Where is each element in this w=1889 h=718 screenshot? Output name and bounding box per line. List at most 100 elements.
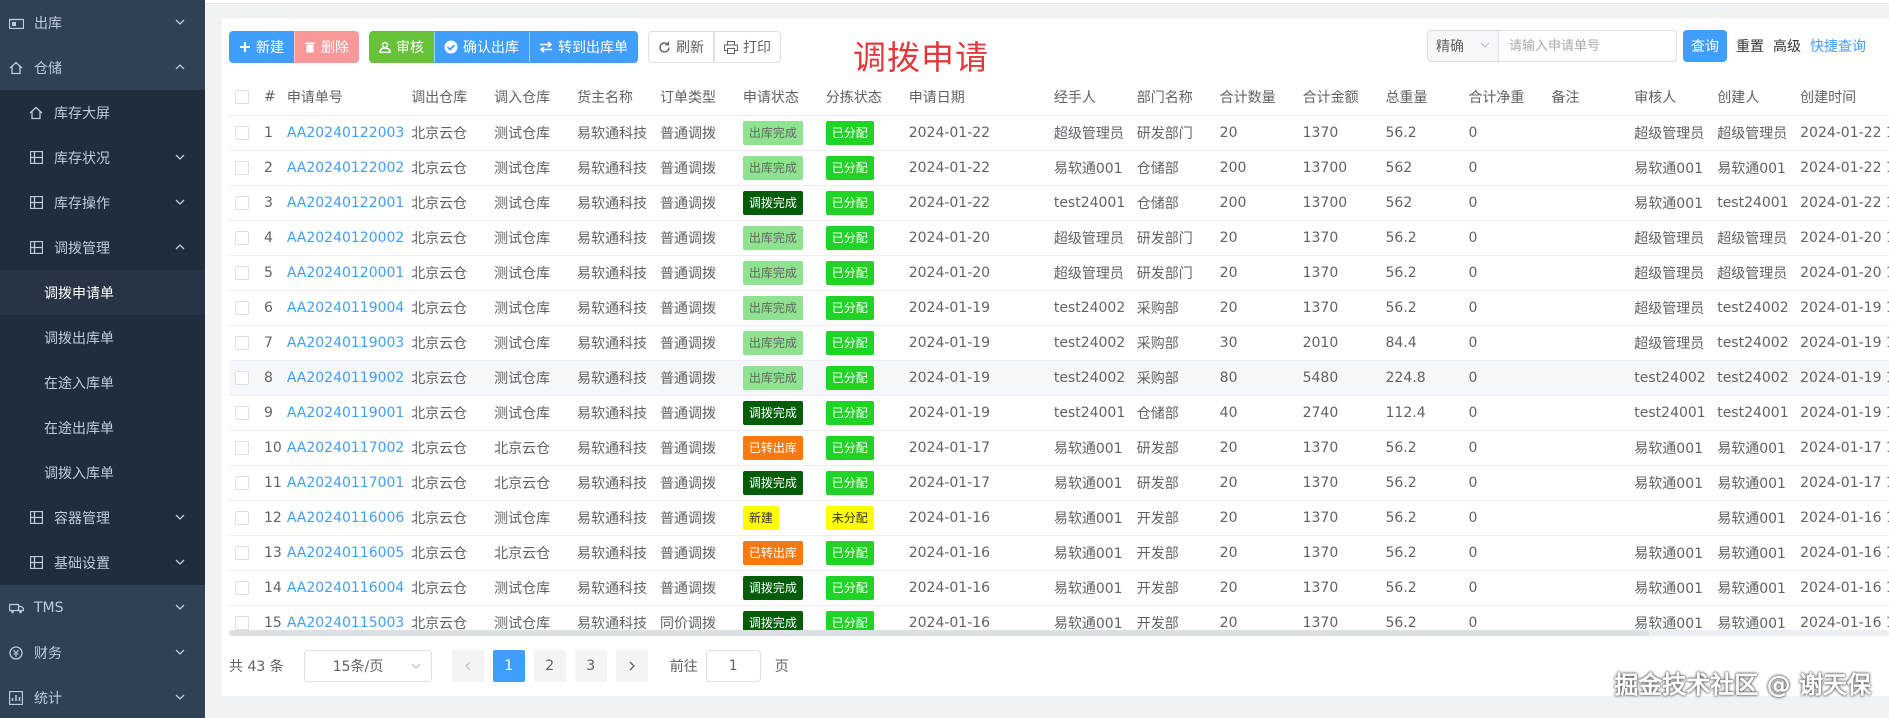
table-row[interactable]: 4 AA20240120002 北京云仓 测试仓库 易软通科技 普通调拨 出库完成 已分配 20… (229, 220, 1889, 256)
row-checkbox[interactable] (235, 230, 249, 245)
order-number-input[interactable] (1499, 30, 1677, 62)
sidebar-item-11[interactable]: 调拨入库单 (0, 450, 205, 495)
advanced-link[interactable]: 高级 (1773, 36, 1801, 56)
table-row[interactable]: 8 AA20240119002 北京云仓 测试仓库 易软通科技 普通调拨 出库完成 已分配 20… (229, 360, 1889, 396)
row-checkbox[interactable] (235, 475, 249, 490)
order-number-link[interactable]: AA20240115003 (287, 615, 405, 631)
table-row[interactable]: 5 AA20240120001 北京云仓 测试仓库 易软通科技 普通调拨 出库完成 已分配 20… (229, 255, 1889, 291)
sidebar-item-16[interactable]: 统计 (0, 675, 205, 718)
page-3-button[interactable]: 3 (574, 650, 607, 682)
scrollbar-thumb[interactable] (229, 630, 1649, 636)
order-number-link[interactable]: AA20240119004 (287, 300, 405, 316)
row-checkbox[interactable] (235, 335, 249, 350)
sidebar-item-5[interactable]: 库存操作 (0, 180, 205, 225)
table-row[interactable]: 3 AA20240122001 北京云仓 测试仓库 易软通科技 普通调拨 调拨完成 已分配 20… (229, 185, 1889, 221)
column-header[interactable]: 创建时间 (1794, 80, 1889, 116)
horizontal-scrollbar[interactable] (229, 630, 1889, 636)
prev-page-button[interactable] (451, 650, 484, 682)
row-checkbox[interactable] (235, 545, 249, 560)
table-row[interactable]: 14 AA20240116004 北京云仓 测试仓库 易软通科技 普通调拨 调拨完成 已分配 2… (229, 570, 1889, 606)
order-number-link[interactable]: AA20240120002 (287, 230, 405, 246)
sidebar-item-2[interactable]: 仓储 (0, 45, 205, 90)
row-checkbox[interactable] (235, 370, 249, 385)
table-row[interactable]: 9 AA20240119001 北京云仓 测试仓库 易软通科技 普通调拨 调拨完成 已分配 20… (229, 395, 1889, 431)
row-checkbox[interactable] (235, 265, 249, 280)
page-size-select[interactable]: 15条/页 (303, 650, 432, 682)
column-header[interactable]: 备注 (1545, 80, 1629, 116)
row-checkbox[interactable] (235, 125, 249, 140)
column-header[interactable]: 经手人 (1047, 80, 1131, 116)
confirm-out-button[interactable]: 确认出库 (434, 31, 529, 63)
sidebar-item-12[interactable]: 容器管理 (0, 495, 205, 540)
row-checkbox[interactable] (235, 440, 249, 455)
order-number-link[interactable]: AA20240116004 (287, 580, 405, 596)
row-checkbox[interactable] (235, 160, 249, 175)
column-header[interactable]: 合计净重 (1462, 80, 1546, 116)
table-row[interactable]: 12 AA20240116006 北京云仓 测试仓库 易软通科技 普通调拨 新建 未分配 202… (229, 500, 1889, 536)
reset-link[interactable]: 重置 (1736, 36, 1764, 56)
column-header[interactable]: 总重量 (1379, 80, 1463, 116)
sidebar-item-1[interactable]: 出库 (0, 0, 205, 45)
match-mode-select[interactable]: 精确 (1427, 30, 1499, 62)
to-outbound-button[interactable]: 转到出库单 (529, 31, 638, 63)
order-number-link[interactable]: AA20240116005 (287, 545, 405, 561)
row-checkbox[interactable] (235, 300, 249, 315)
quick-query-link[interactable]: 快捷查询 (1810, 36, 1866, 56)
sidebar-item-13[interactable]: 基础设置 (0, 540, 205, 585)
page-2-button[interactable]: 2 (533, 650, 566, 682)
sidebar-item-7[interactable]: 调拨申请单 (0, 270, 205, 315)
row-checkbox[interactable] (235, 195, 249, 210)
column-header[interactable]: 创建人 (1711, 80, 1795, 116)
table-row[interactable]: 13 AA20240116005 北京云仓 北京云仓 易软通科技 普通调拨 已转出库 已分配 2… (229, 535, 1889, 571)
row-checkbox[interactable] (235, 615, 249, 630)
table-row[interactable]: 2 AA20240122002 北京云仓 测试仓库 易软通科技 普通调拨 出库完成 已分配 20… (229, 150, 1889, 186)
order-number-link[interactable]: AA20240122001 (287, 195, 405, 211)
row-checkbox[interactable] (235, 510, 249, 525)
select-all-checkbox[interactable] (235, 90, 249, 105)
table-row[interactable]: 11 AA20240117001 北京云仓 北京云仓 易软通科技 普通调拨 调拨完成 已分配 2… (229, 465, 1889, 501)
row-checkbox[interactable] (235, 580, 249, 595)
sidebar-item-8[interactable]: 调拨出库单 (0, 315, 205, 360)
order-number-link[interactable]: AA20240117002 (287, 440, 405, 456)
audit-button[interactable]: 审核 (369, 31, 434, 63)
table-row[interactable]: 7 AA20240119003 北京云仓 测试仓库 易软通科技 普通调拨 出库完成 已分配 20… (229, 325, 1889, 361)
order-number-link[interactable]: AA20240120001 (287, 265, 405, 281)
sidebar-item-14[interactable]: TMS (0, 585, 205, 630)
row-checkbox[interactable] (235, 405, 249, 420)
goto-page-input[interactable]: 1 (705, 650, 761, 682)
delete-button[interactable]: 删除 (294, 31, 359, 63)
column-header[interactable]: 申请日期 (902, 80, 1048, 116)
print-button[interactable]: 打印 (714, 31, 781, 63)
column-header[interactable]: 订单类型 (653, 80, 737, 116)
table-row[interactable]: 15 AA20240115003 北京云仓 测试仓库 易软通科技 同价调拨 调拨完成 已分配 2… (229, 605, 1889, 632)
sidebar-item-4[interactable]: 库存状况 (0, 135, 205, 180)
order-number-link[interactable]: AA20240116006 (287, 510, 405, 526)
new-button[interactable]: 新建 (229, 31, 294, 63)
table-row[interactable]: 1 AA20240122003 北京云仓 测试仓库 易软通科技 普通调拨 出库完成 已分配 20… (229, 115, 1889, 151)
column-header[interactable]: 申请单号 (280, 80, 406, 116)
column-header[interactable]: 调入仓库 (488, 80, 572, 116)
sidebar-item-10[interactable]: 在途出库单 (0, 405, 205, 450)
order-number-link[interactable]: AA20240117001 (287, 475, 405, 491)
sidebar-item-9[interactable]: 在途入库单 (0, 360, 205, 405)
refresh-button[interactable]: 刷新 (648, 31, 714, 63)
column-header[interactable]: 部门名称 (1130, 80, 1214, 116)
table-row[interactable]: 10 AA20240117002 北京云仓 北京云仓 易软通科技 普通调拨 已转出库 已分配 2… (229, 430, 1889, 466)
query-button[interactable]: 查询 (1683, 30, 1727, 62)
order-number-link[interactable]: AA20240122002 (287, 160, 405, 176)
order-number-link[interactable]: AA20240119003 (287, 335, 405, 351)
order-number-link[interactable]: AA20240119001 (287, 405, 405, 421)
sidebar-item-6[interactable]: 调拨管理 (0, 225, 205, 270)
column-header[interactable]: 合计数量 (1213, 80, 1297, 116)
page-1-button[interactable]: 1 (492, 650, 525, 682)
order-number-link[interactable]: AA20240119002 (287, 370, 405, 386)
sidebar-item-3[interactable]: 库存大屏 (0, 90, 205, 135)
order-number-link[interactable]: AA20240122003 (287, 125, 405, 141)
column-header[interactable]: 货主名称 (571, 80, 654, 116)
column-header[interactable]: 申请状态 (736, 80, 820, 116)
column-header[interactable]: # (258, 80, 281, 116)
column-header[interactable]: 分拣状态 (819, 80, 903, 116)
sidebar-item-15[interactable]: 财务 (0, 630, 205, 675)
column-header[interactable]: 审核人 (1628, 80, 1712, 116)
table-row[interactable]: 6 AA20240119004 北京云仓 测试仓库 易软通科技 普通调拨 出库完成 已分配 20… (229, 290, 1889, 326)
